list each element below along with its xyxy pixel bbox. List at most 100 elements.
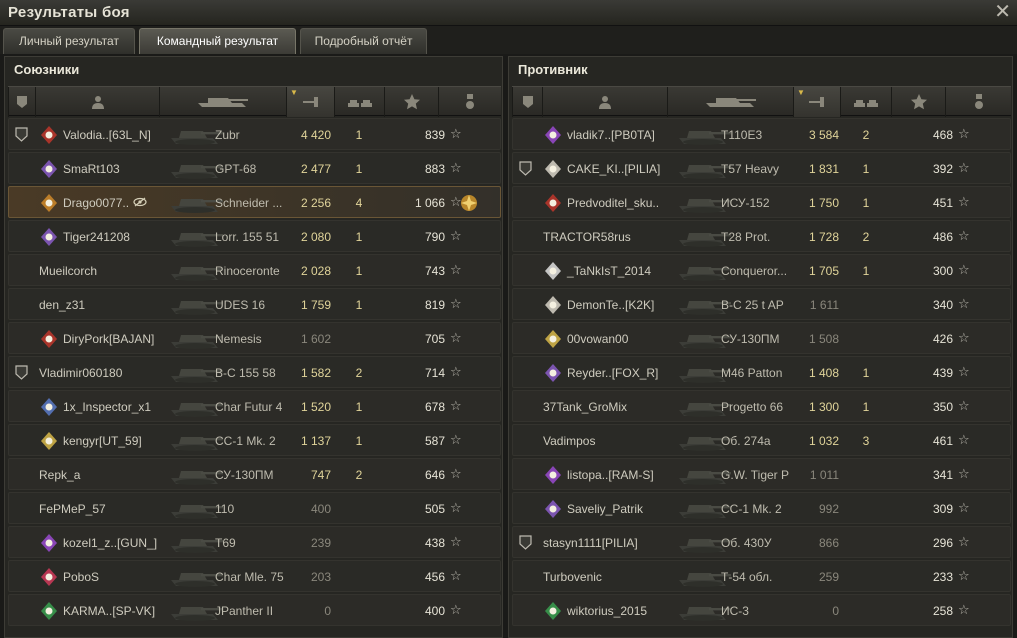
vehicle-name: UDES 16 — [215, 298, 266, 312]
damage-value: 259 — [818, 570, 839, 584]
xp-column-icon[interactable] — [891, 87, 945, 117]
tab-detailed-report[interactable]: Подробный отчёт — [300, 28, 427, 54]
squad-icon — [15, 365, 28, 380]
damage-column-icon[interactable]: ▼ — [286, 87, 334, 117]
player-row[interactable]: KARMA..[SP-VK] JPanther II 0 400 ☆ — [8, 594, 501, 626]
xp-column-icon[interactable] — [384, 87, 438, 117]
damage-value: 1 831 — [808, 162, 839, 176]
player-row[interactable]: Vadimpos Об. 274а 1 032 3 461 ☆ — [512, 424, 1011, 456]
vehicle-column-icon[interactable] — [667, 87, 793, 117]
player-row[interactable]: Drago0077.. Schneider ... 2 256 4 1 066 ☆ — [8, 186, 501, 218]
xp-value: 819 — [424, 298, 445, 312]
player-column-icon[interactable] — [542, 87, 667, 117]
player-row[interactable]: TRACTOR58rus T28 Prot. 1 728 2 486 ☆ — [512, 220, 1011, 252]
player-name: 37Tank_GroMix — [543, 400, 628, 414]
clan-red-icon — [41, 126, 57, 144]
clan-skull-icon — [545, 262, 561, 280]
vehicle-name: Schneider ... — [215, 196, 283, 210]
kills-column-icon[interactable] — [334, 87, 384, 117]
damage-value: 1 032 — [808, 434, 839, 448]
player-name: 1x_Inspector_x1 — [63, 400, 152, 414]
squad-column-icon[interactable] — [512, 87, 542, 117]
vehicle-name: СС-1 Mk. 2 — [215, 434, 276, 448]
player-row[interactable]: 00vowan00 СУ-130ПМ 1 508 426 ☆ — [512, 322, 1011, 354]
player-row[interactable]: Vladimir060180 В-С 155 58 1 582 2 714 ☆ — [8, 356, 501, 388]
player-row[interactable]: den_z31 UDES 16 1 759 1 819 ☆ — [8, 288, 501, 320]
vehicle-name: Zubr — [215, 128, 240, 142]
star-icon: ☆ — [958, 398, 970, 413]
star-icon: ☆ — [450, 330, 462, 345]
player-row[interactable]: kozel1_z..[GUN_] T69 239 438 ☆ — [8, 526, 501, 558]
vehicle-name: T110E3 — [721, 128, 763, 142]
vehicle-column-icon[interactable] — [159, 87, 286, 117]
clan-purple-icon — [41, 160, 57, 178]
player-row[interactable]: Predvoditel_sku.. ИСУ-152 1 750 1 451 ☆ — [512, 186, 1011, 218]
player-row[interactable]: stasyn1111[PILIA] Об. 430У 866 296 ☆ — [512, 526, 1011, 558]
vehicle-name: GPT-68 — [215, 162, 257, 176]
clan-violet-icon — [545, 126, 561, 144]
player-name: Mueilcorch — [39, 264, 98, 278]
damage-value: 866 — [818, 536, 839, 550]
player-name: vladik7..[PB0TA] — [567, 128, 655, 142]
xp-value: 486 — [932, 230, 953, 244]
player-row[interactable]: Mueilcorch Rinoceronte 2 028 1 743 ☆ — [8, 254, 501, 286]
player-name: stasyn1111[PILIA] — [543, 536, 638, 550]
xp-value: 714 — [424, 366, 445, 380]
player-column-icon[interactable] — [35, 87, 159, 117]
kills-value: 1 — [355, 264, 363, 278]
player-row[interactable]: SmaRt103 GPT-68 2 477 1 883 ☆ — [8, 152, 501, 184]
player-row[interactable]: vladik7..[PB0TA] T110E3 3 584 2 468 ☆ — [512, 118, 1011, 150]
player-row[interactable]: CAKE_KI..[PILIA] T57 Heavy 1 831 1 392 ☆ — [512, 152, 1011, 184]
player-row[interactable]: 1x_Inspector_x1 Char Futur 4 1 520 1 678 ☆ — [8, 390, 501, 422]
player-row[interactable]: kengyr[UT_59] СС-1 Mk. 2 1 137 1 587 ☆ — [8, 424, 501, 456]
player-row[interactable]: Repk_a СУ-130ПМ 747 2 646 ☆ — [8, 458, 501, 490]
medal-column-icon[interactable] — [945, 87, 1011, 117]
squad-icon — [519, 535, 532, 550]
player-row[interactable]: _TaNkIsT_2014 Conqueror... 1 705 1 300 ☆ — [512, 254, 1011, 286]
player-row[interactable]: Reyder..[FOX_R] M46 Patton 1 408 1 439 ☆ — [512, 356, 1011, 388]
clan-gold-icon — [41, 432, 57, 450]
damage-value: 747 — [310, 468, 331, 482]
tab-personal-result[interactable]: Личный результат — [3, 28, 135, 54]
kills-column-icon[interactable] — [840, 87, 891, 117]
player-row[interactable]: Valodia..[63L_N] Zubr 4 420 1 839 ☆ — [8, 118, 501, 150]
vehicle-name: Lorr. 155 51 — [215, 230, 280, 244]
damage-value: 2 256 — [300, 196, 331, 210]
enemies-title: Противник — [518, 62, 588, 77]
damage-value: 3 584 — [808, 128, 839, 142]
player-name: PoboS — [63, 570, 100, 584]
player-row[interactable]: Saveliy_Patrik СС-1 Mk. 2 992 309 ☆ — [512, 492, 1011, 524]
player-row[interactable]: Turbovenic Т-54 обл. 259 233 ☆ — [512, 560, 1011, 592]
clan-purple-icon — [545, 500, 561, 518]
close-icon[interactable]: ✕ — [994, 1, 1011, 23]
clan-violet-icon — [545, 466, 561, 484]
medal-icon[interactable] — [458, 192, 480, 214]
player-name: FePMeP_57 — [39, 502, 106, 516]
squad-column-icon[interactable] — [8, 87, 35, 117]
player-row[interactable]: 37Tank_GroMix Progetto 66 1 300 1 350 ☆ — [512, 390, 1011, 422]
star-icon: ☆ — [958, 500, 970, 515]
xp-value: 461 — [932, 434, 953, 448]
vehicle-name: 110 — [215, 502, 235, 516]
player-row[interactable]: DiryPork[BAJAN] Nemesis 1 602 705 ☆ — [8, 322, 501, 354]
tab-team-result[interactable]: Командный результат — [139, 28, 296, 54]
clan-purple-icon — [41, 228, 57, 246]
clan-purple-icon — [545, 364, 561, 382]
xp-value: 883 — [424, 162, 445, 176]
vehicle-name: СУ-130ПМ — [215, 468, 274, 482]
player-row[interactable]: listopa..[RAM-S] G.W. Tiger P 1 011 341 ☆ — [512, 458, 1011, 490]
star-icon: ☆ — [450, 262, 462, 277]
player-row[interactable]: FePMeP_57 110 400 505 ☆ — [8, 492, 501, 524]
xp-value: 705 — [424, 332, 445, 346]
player-row[interactable]: PoboS Char Mle. 75 203 456 ☆ — [8, 560, 501, 592]
player-row[interactable]: wiktorius_2015 ИС-3 0 258 ☆ — [512, 594, 1011, 626]
player-row[interactable]: Tiger241208 Lorr. 155 51 2 080 1 790 ☆ — [8, 220, 501, 252]
xp-value: 646 — [424, 468, 445, 482]
vehicle-name: Rinoceronte — [215, 264, 280, 278]
player-row[interactable]: DemonTe..[K2K] В-С 25 t AP 1 611 340 ☆ — [512, 288, 1011, 320]
medal-column-icon[interactable] — [438, 87, 501, 117]
damage-value: 2 028 — [300, 264, 331, 278]
star-icon: ☆ — [450, 160, 462, 175]
clan-white-icon — [545, 160, 561, 178]
damage-column-icon[interactable]: ▼ — [793, 87, 840, 117]
